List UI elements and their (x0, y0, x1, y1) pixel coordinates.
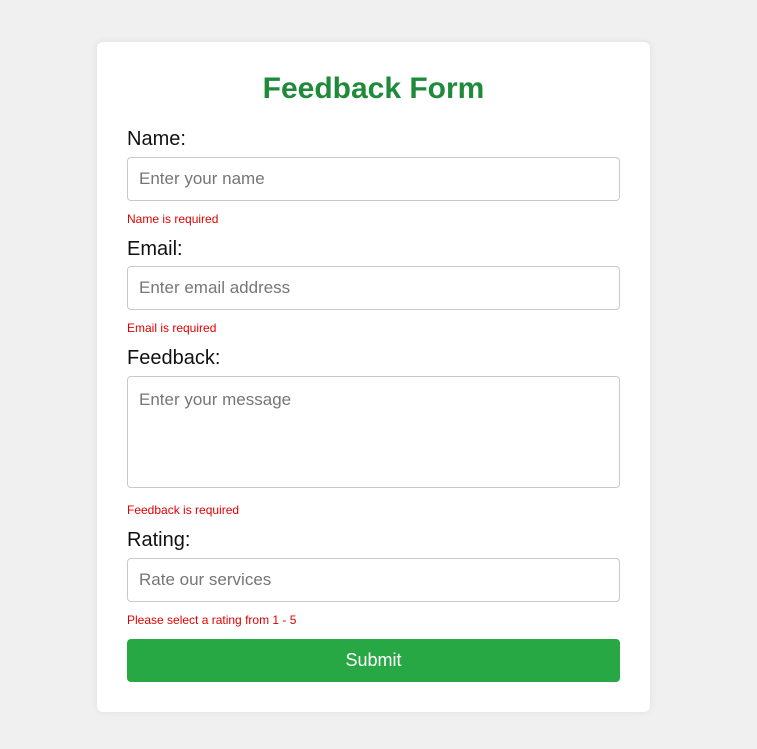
feedback-form-card: Feedback Form Name: Name is required Ema… (97, 42, 650, 712)
email-input[interactable] (127, 266, 620, 310)
name-label: Name: (127, 128, 186, 150)
email-label: Email: (127, 238, 183, 260)
name-error: Name is required (127, 212, 219, 226)
email-error: Email is required (127, 321, 217, 335)
rating-label: Rating: (127, 529, 191, 551)
form-title: Feedback Form (262, 72, 485, 105)
feedback-label: Feedback: (127, 347, 221, 369)
submit-button[interactable]: Submit (127, 639, 620, 682)
name-input[interactable] (127, 157, 620, 201)
rating-error: Please select a rating from 1 - 5 (127, 613, 297, 627)
rating-input[interactable] (127, 558, 620, 602)
feedback-textarea[interactable] (127, 376, 620, 488)
feedback-error: Feedback is required (127, 503, 240, 517)
